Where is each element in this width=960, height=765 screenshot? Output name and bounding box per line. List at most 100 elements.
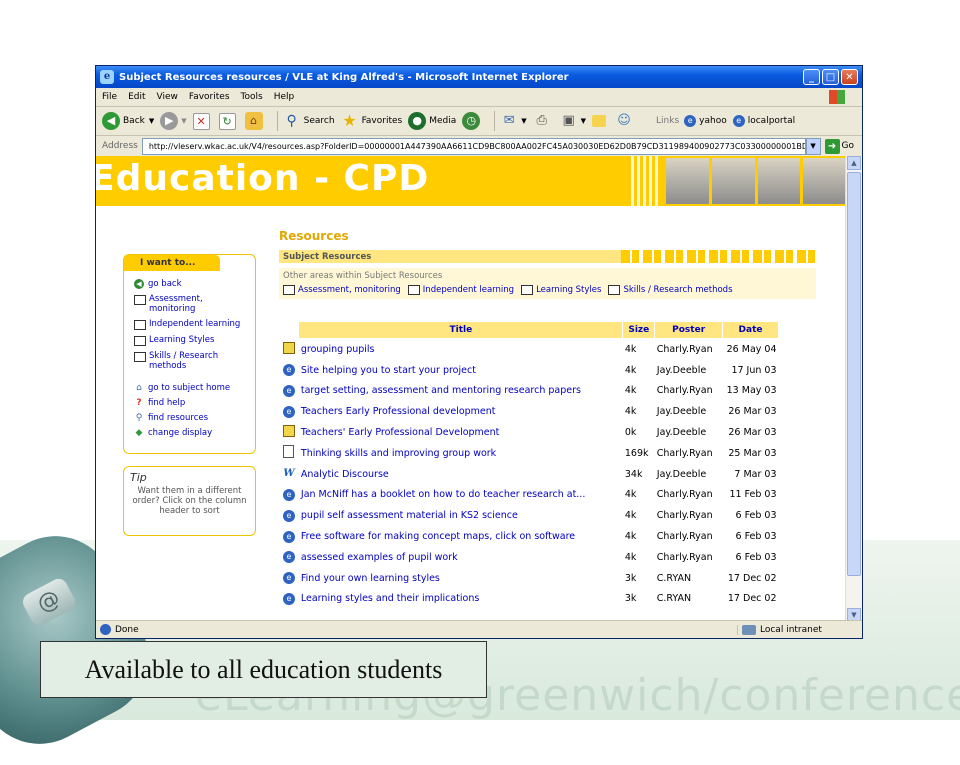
column-header-title[interactable]: Title — [298, 321, 624, 339]
folder-icon — [592, 115, 607, 127]
resource-size: 4k — [624, 385, 637, 397]
menu-edit[interactable]: Edit — [128, 92, 145, 102]
sidebar-item-find-help[interactable]: ? find help — [134, 398, 251, 408]
ie-page-icon: e — [282, 509, 295, 522]
column-header-poster[interactable]: Poster — [654, 321, 724, 339]
note-icon — [282, 341, 295, 354]
forward-button[interactable]: ▶ ▼ — [160, 112, 187, 130]
resource-size: 169k — [624, 447, 649, 459]
resource-title-link[interactable]: Free software for making concept maps, c… — [299, 526, 623, 547]
links-label: Links — [656, 116, 680, 126]
sidebar-item-find-resources[interactable]: ⚲ find resources — [134, 413, 251, 423]
resource-poster: Jay.Deeble — [656, 427, 707, 439]
subject-resources-bar: Subject Resources — [279, 250, 816, 263]
sidebar-item-label: find resources — [148, 413, 209, 423]
resource-title-link[interactable]: Learning styles and their implications — [299, 589, 623, 610]
sidebar-item-independent-learning[interactable]: Independent learning — [134, 319, 251, 330]
area-link-learning-styles[interactable]: Learning Styles — [521, 284, 601, 295]
scroll-thumb[interactable] — [847, 172, 861, 576]
sidebar-item-change-display[interactable]: ◆ change display — [134, 428, 251, 438]
back-label: Back — [123, 116, 145, 126]
history-button[interactable]: ◷ — [462, 112, 483, 130]
vertical-scrollbar[interactable]: ▲ ▼ — [845, 156, 862, 622]
resource-date: 6 Feb 03 — [735, 551, 777, 563]
resource-title-link[interactable]: Teachers' Early Professional Development — [299, 422, 623, 443]
print-button[interactable]: ⎙ — [533, 112, 554, 130]
menu-favorites[interactable]: Favorites — [189, 92, 230, 102]
favorites-button[interactable]: ★ Favorites — [341, 111, 402, 130]
refresh-button[interactable]: ↻ — [218, 112, 239, 130]
resource-title-link[interactable]: assessed examples of pupil work — [299, 547, 623, 568]
column-header-size[interactable]: Size — [622, 321, 656, 339]
messenger-button[interactable]: ☺ — [615, 112, 636, 130]
area-link-assessment[interactable]: Assessment, monitoring — [283, 284, 401, 295]
link-yahoo[interactable]: e yahoo — [684, 115, 727, 127]
address-input[interactable]: http://vleserv.wkac.ac.uk/V4/resources.a… — [141, 137, 806, 155]
icon-column-header — [279, 321, 299, 339]
resource-poster: Charly.Ryan — [656, 385, 713, 397]
home-button[interactable]: ⌂ — [244, 112, 266, 130]
sidebar-item-assessment[interactable]: Assessment, monitoring — [134, 294, 251, 314]
scroll-up-icon[interactable]: ▲ — [847, 156, 861, 170]
menu-help[interactable]: Help — [274, 92, 295, 102]
resource-title-link[interactable]: Site helping you to start your project — [299, 360, 623, 381]
resource-title-link[interactable]: Teachers Early Professional development — [299, 401, 623, 422]
folder-icon — [134, 295, 146, 305]
folder-button[interactable] — [592, 115, 609, 127]
word-icon: W — [283, 468, 295, 480]
resource-title-link[interactable]: target setting, assessment and mentoring… — [299, 381, 623, 402]
back-arrow-icon: ◀ — [102, 112, 120, 130]
sidebar-item-learning-styles[interactable]: Learning Styles — [134, 335, 251, 346]
favorites-star-icon: ★ — [342, 111, 357, 130]
resource-title-link[interactable]: Analytic Discourse — [299, 464, 623, 485]
minimize-button[interactable]: _ — [803, 69, 820, 85]
menu-file[interactable]: File — [102, 92, 117, 102]
note-icon — [282, 425, 295, 438]
stop-button[interactable]: ✕ — [192, 112, 213, 130]
resource-title-link[interactable]: grouping pupils — [299, 339, 623, 360]
resource-poster: Charly.Ryan — [656, 551, 713, 563]
link-localportal[interactable]: e localportal — [732, 115, 795, 127]
window-title: Subject Resources resources / VLE at Kin… — [119, 71, 569, 83]
file-type-cell: e — [279, 360, 299, 381]
media-label: Media — [429, 116, 457, 126]
resource-size: 4k — [624, 510, 637, 522]
file-type-cell: e — [279, 401, 299, 422]
resource-size: 0k — [624, 427, 637, 439]
back-button[interactable]: ◀ Back ▼ — [102, 112, 154, 130]
resource-title-link[interactable]: Find your own learning styles — [299, 568, 623, 589]
column-header-date[interactable]: Date — [722, 321, 779, 339]
area-link-skills-research[interactable]: Skills / Research methods — [608, 284, 733, 295]
resource-poster: Jay.Deeble — [656, 364, 707, 376]
go-button[interactable]: ➜ Go — [824, 138, 854, 154]
intranet-icon — [742, 624, 756, 635]
sidebar-item-go-back[interactable]: ◀ go back — [134, 279, 251, 289]
maximize-button[interactable]: □ — [822, 69, 839, 85]
address-dropdown-icon[interactable]: ▼ — [805, 137, 821, 155]
area-link-independent-learning[interactable]: Independent learning — [407, 284, 514, 295]
file-type-cell: e — [279, 505, 299, 526]
resource-title-link[interactable]: Jan McNiff has a booklet on how to do te… — [299, 485, 623, 506]
menu-tools[interactable]: Tools — [241, 92, 263, 102]
print-icon: ⎙ — [536, 113, 547, 128]
sidebar-item-subject-home[interactable]: ⌂ go to subject home — [134, 383, 251, 393]
mail-icon: ✉ — [503, 113, 515, 128]
resource-poster: Jay.Deeble — [656, 468, 707, 480]
sidebar-item-label: find help — [148, 398, 186, 408]
banner-photo — [711, 158, 755, 204]
edit-button[interactable]: ▣ ▼ — [560, 112, 586, 130]
mail-button[interactable]: ✉ ▼ — [500, 112, 527, 130]
home-icon: ⌂ — [136, 383, 142, 393]
menu-view[interactable]: View — [157, 92, 178, 102]
resource-size: 4k — [624, 406, 637, 418]
go-arrow-icon: ➜ — [824, 138, 840, 154]
table-row: e Free software for making concept maps, … — [279, 526, 779, 547]
media-button[interactable]: ● Media — [408, 112, 456, 130]
sidebar-heading: I want to... — [124, 255, 220, 271]
resource-title-link[interactable]: Thinking skills and improving group work — [299, 443, 623, 464]
resource-title-link[interactable]: pupil self assessment material in KS2 sc… — [299, 505, 623, 526]
search-button[interactable]: ⚲ Search — [283, 112, 335, 130]
close-button[interactable]: ✕ — [841, 69, 858, 85]
sidebar-item-skills-research[interactable]: Skills / Research methods — [134, 351, 251, 371]
sidebar-item-label: Skills / Research methods — [149, 351, 219, 371]
